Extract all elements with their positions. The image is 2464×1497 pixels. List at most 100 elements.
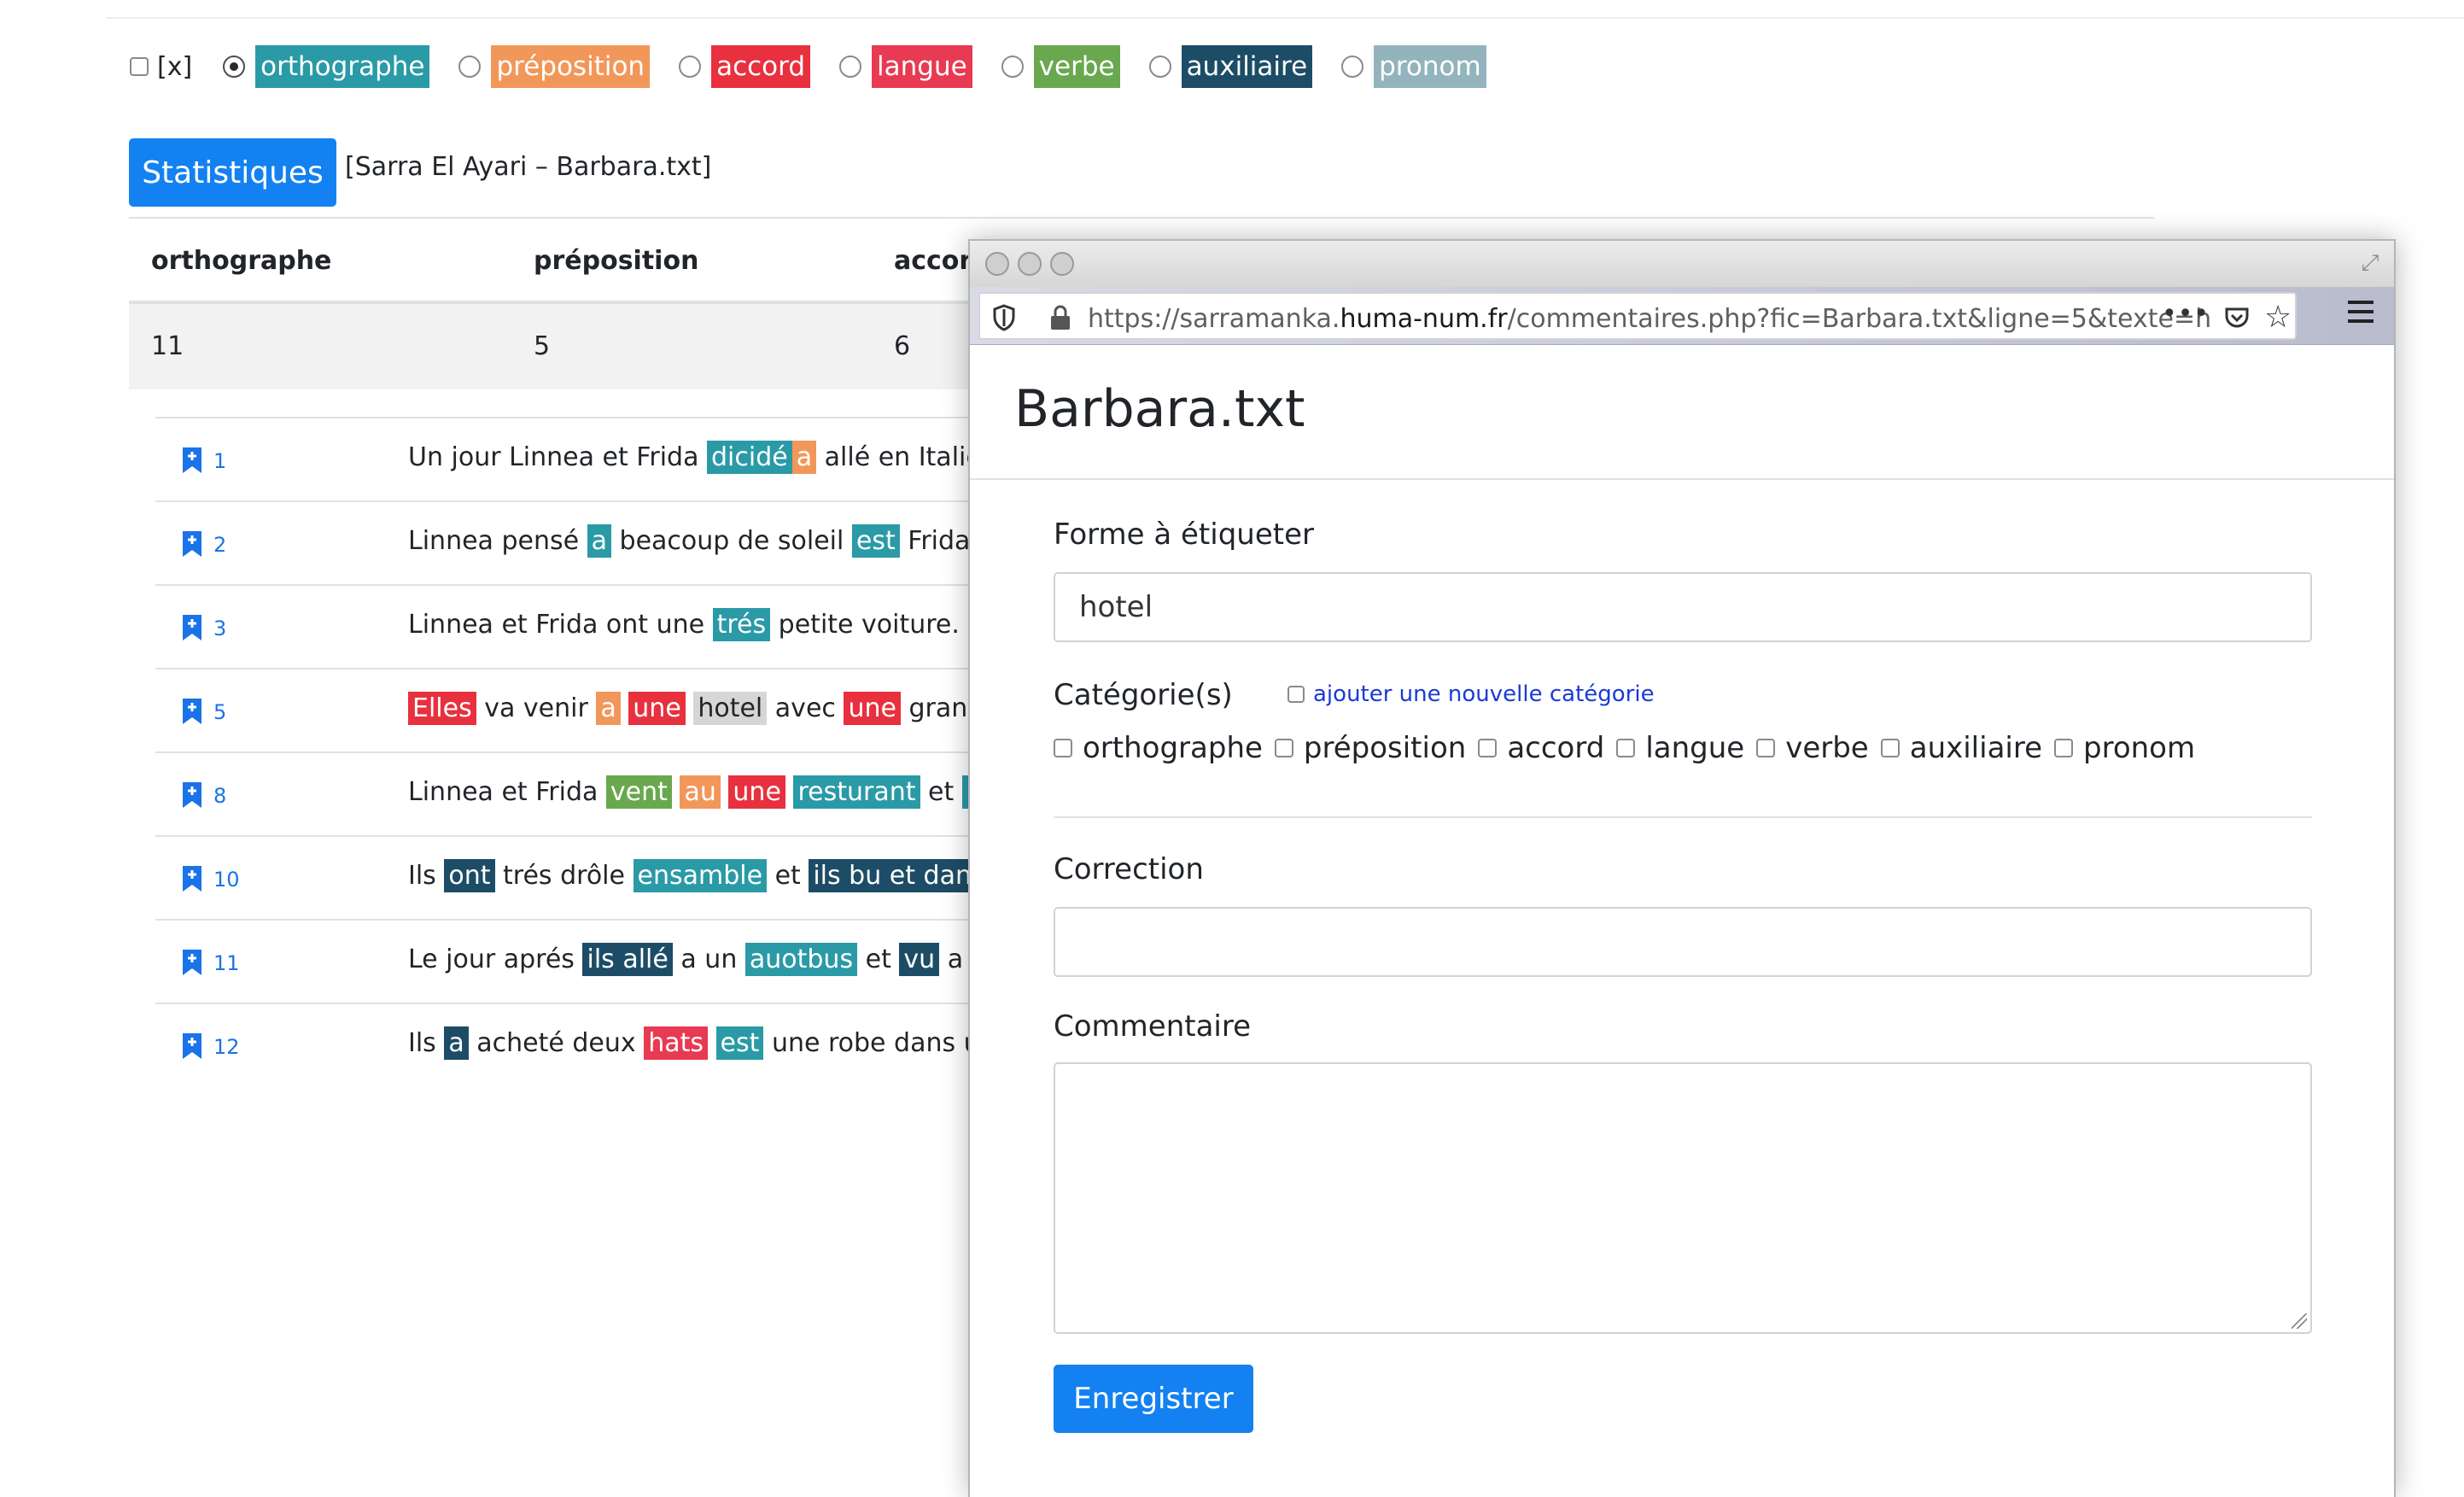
page-actions-icon[interactable]: ••• xyxy=(2162,299,2210,329)
radio-verbe[interactable] xyxy=(1001,56,1024,78)
error-token-accord[interactable]: une xyxy=(728,775,785,809)
sentence-number[interactable]: 11 xyxy=(213,951,240,975)
radio-pronom[interactable] xyxy=(1341,56,1364,78)
filter-category-auxiliaire[interactable]: auxiliaire xyxy=(1148,45,1313,88)
sentence-number[interactable]: 10 xyxy=(213,868,240,892)
window-minimize-button[interactable] xyxy=(1018,252,1042,276)
bookmark-plus-icon[interactable] xyxy=(181,446,203,475)
filter-category-orthographe[interactable]: orthographe xyxy=(223,45,430,88)
plain-text: et xyxy=(857,944,900,974)
pocket-icon[interactable] xyxy=(2223,304,2251,331)
form-divider xyxy=(1054,816,2312,818)
bookmark-plus-icon[interactable] xyxy=(181,529,203,558)
sentence-text: Ils ont trés drôle ensamble et ils bu et… xyxy=(408,859,1006,892)
plain-text: allé en Italie. xyxy=(816,442,990,472)
filter-category-pronom[interactable]: pronom xyxy=(1341,45,1486,88)
sentence-number[interactable]: 3 xyxy=(213,617,226,640)
stats-value-accord: 6 xyxy=(894,331,911,361)
bookmark-plus-icon[interactable] xyxy=(181,864,203,893)
checkbox-accord[interactable] xyxy=(1478,739,1498,757)
statistics-button[interactable]: Statistiques xyxy=(129,138,336,207)
error-token-orthographe[interactable]: ensamble xyxy=(633,859,768,892)
sentence-number[interactable]: 12 xyxy=(213,1035,240,1059)
add-category-checkbox[interactable] xyxy=(1287,686,1305,703)
expand-icon[interactable]: ⤢ xyxy=(2358,251,2382,275)
radio-orthographe[interactable] xyxy=(223,56,246,78)
error-token-orthographe[interactable]: est xyxy=(715,1026,764,1060)
plain-text: Linnea et Frida ont une xyxy=(408,610,713,640)
error-token-langue[interactable]: hats xyxy=(644,1026,708,1060)
bookmark-star-icon[interactable]: ☆ xyxy=(2264,301,2292,335)
add-category-option[interactable]: ajouter une nouvelle catégorie xyxy=(1287,681,1655,707)
bookmark-plus-icon[interactable] xyxy=(181,697,203,726)
checkbox-verbe[interactable] xyxy=(1756,739,1776,757)
error-token-auxiliaire[interactable]: a xyxy=(444,1026,469,1060)
lock-icon xyxy=(1051,305,1070,330)
url-text: https://sarramanka.huma-num.fr/commentai… xyxy=(1088,304,2212,334)
radio-auxiliaire[interactable] xyxy=(1148,56,1171,78)
modal-header: Barbara.txt xyxy=(970,345,2394,480)
hamburger-menu-icon[interactable] xyxy=(2348,301,2373,323)
error-token-orthographe[interactable]: resturant xyxy=(793,775,920,809)
checkbox-langue[interactable] xyxy=(1616,739,1636,757)
checkbox-label-pronom: pronom xyxy=(2083,731,2196,765)
checkbox-label-auxiliaire: auxiliaire xyxy=(1909,731,2043,765)
filter-category-verbe[interactable]: verbe xyxy=(1001,45,1120,88)
error-token-accord[interactable]: Elles xyxy=(408,692,476,725)
bookmark-plus-icon[interactable] xyxy=(181,1032,203,1061)
error-token-verbe[interactable]: vent xyxy=(605,775,672,809)
radio-langue[interactable] xyxy=(839,56,862,78)
radio-accord[interactable] xyxy=(679,56,702,78)
plain-text: petite voiture. xyxy=(770,610,960,640)
stats-context-label: [Sarra El Ayari – Barbara.txt] xyxy=(345,152,712,182)
category-tag: auxiliaire xyxy=(1181,45,1313,88)
error-token-accord[interactable]: une xyxy=(628,692,686,725)
category-tag: langue xyxy=(872,45,972,88)
checkbox-label-orthographe: orthographe xyxy=(1083,731,1263,765)
sentence-number[interactable]: 2 xyxy=(213,533,226,557)
checkbox-orthographe[interactable] xyxy=(1054,739,1072,757)
sentence-text: Linnea et Frida vent au une resturant et… xyxy=(408,775,1012,809)
category-tag: verbe xyxy=(1033,45,1120,88)
filter-category-langue[interactable]: langue xyxy=(839,45,972,88)
checkbox-auxiliaire[interactable] xyxy=(1880,739,1900,757)
error-token-preposition[interactable]: au xyxy=(680,775,721,809)
selected-token[interactable]: hotel xyxy=(693,692,768,725)
error-token-accord[interactable]: une xyxy=(844,692,901,725)
checkbox-pronom[interactable] xyxy=(2054,739,2074,757)
error-token-orthographe[interactable]: est xyxy=(851,524,900,558)
radio-preposition[interactable] xyxy=(458,56,482,78)
bookmark-plus-icon[interactable] xyxy=(181,948,203,977)
error-token-auxiliaire[interactable]: ils allé xyxy=(582,943,673,976)
plain-text: acheté deux xyxy=(468,1028,645,1058)
error-token-orthographe[interactable]: auotbus xyxy=(744,943,858,976)
sentence-number[interactable]: 8 xyxy=(213,784,226,808)
bookmark-plus-icon[interactable] xyxy=(181,613,203,642)
error-token-preposition[interactable]: a xyxy=(791,441,817,474)
sentence-number[interactable]: 5 xyxy=(213,700,226,724)
error-token-auxiliaire[interactable]: vu xyxy=(899,943,940,976)
comment-textarea[interactable] xyxy=(1054,1062,2312,1334)
stats-value-preposition: 5 xyxy=(534,331,551,361)
filter-category-accord[interactable]: accord xyxy=(679,45,811,88)
sentence-number[interactable]: 1 xyxy=(213,449,226,473)
error-token-auxiliaire[interactable]: ont xyxy=(444,859,495,892)
x-checkbox[interactable] xyxy=(130,57,149,76)
window-titlebar: ⤢ xyxy=(970,241,2394,287)
categories-label: Catégorie(s) xyxy=(1054,678,1233,712)
window-close-button[interactable] xyxy=(985,252,1009,276)
url-bar[interactable]: https://sarramanka.huma-num.fr/commentai… xyxy=(978,292,2297,340)
error-token-orthographe[interactable]: a xyxy=(587,524,611,558)
plain-text: a un xyxy=(672,944,745,974)
window-maximize-button[interactable] xyxy=(1050,252,1074,276)
error-token-preposition[interactable]: a xyxy=(596,692,621,725)
form-input[interactable]: hotel xyxy=(1054,572,2312,642)
error-token-orthographe[interactable]: dicidé xyxy=(707,441,792,474)
filter-category-preposition[interactable]: préposition xyxy=(458,45,651,88)
correction-input[interactable] xyxy=(1054,907,2312,977)
checkbox-preposition[interactable] xyxy=(1274,739,1293,757)
plain-text xyxy=(621,693,629,723)
save-button[interactable]: Enregistrer xyxy=(1054,1365,1253,1433)
error-token-orthographe[interactable]: trés xyxy=(712,608,771,641)
bookmark-plus-icon[interactable] xyxy=(181,781,203,810)
